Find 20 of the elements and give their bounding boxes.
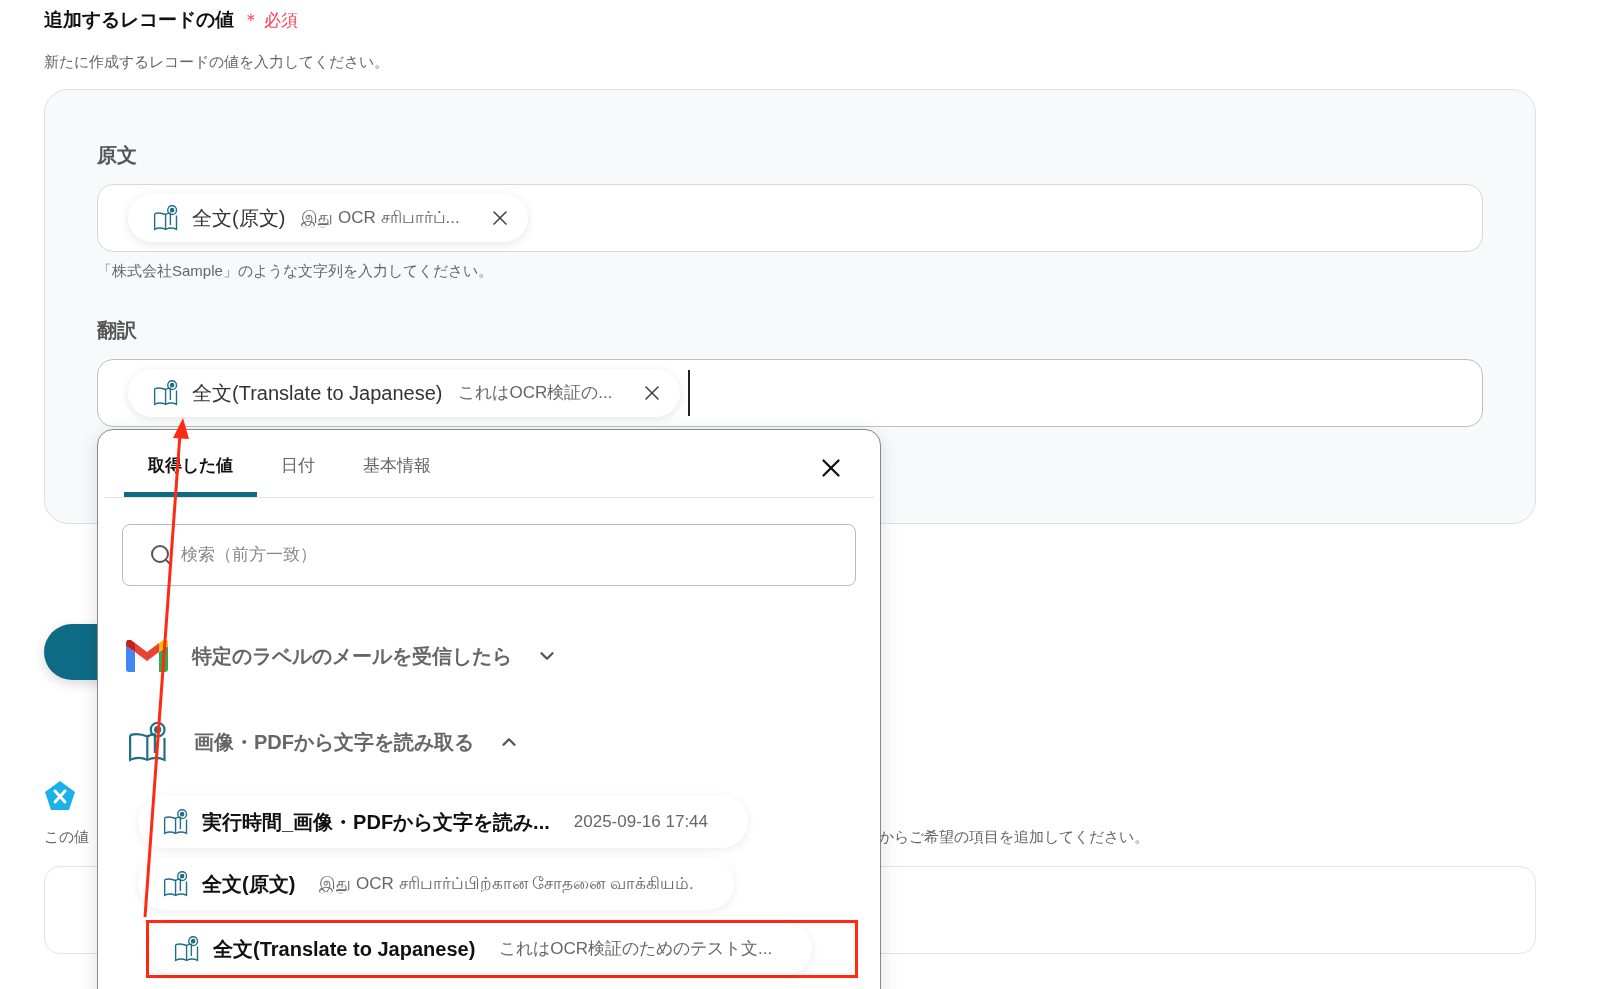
chip-name: 全文(Translate to Japanese) [192,380,443,406]
item-value: これはOCR検証のためのテスト文... [499,938,773,961]
chip-preview: これはOCR検証の... [458,381,613,404]
field-label: 原文 [97,143,138,168]
required-mark: ＊ [242,9,260,32]
field-label: 翻訳 [97,317,138,343]
required-label: 必須 [264,10,298,32]
group-title: 特定のラベルのメールを受信したら [192,644,512,669]
item-name: 全文(Translate to Japanese) [213,937,476,962]
section-description: 新たに作成するレコードの値を入力してください。 [44,51,390,72]
item-name: 全文(原文) [202,872,296,897]
chip-preview: இது OCR சரிபார்ப்... [301,207,460,230]
next-description: この値 [44,826,89,847]
item-name: 実行時間_画像・PDFから文字を読み... [202,810,550,835]
chip-name: 全文(原文) [192,206,286,231]
section-title: 追加するレコードの値 [44,8,234,32]
field-hint: 「株式会社Sample」のような文字列を入力してください。 [97,261,494,281]
group-title: 画像・PDFから文字を読み取る [194,730,474,755]
item-value: இது OCR சரிபார்ப்பிற்கான சோதனை வாக்கியம். [319,873,694,896]
item-value: 2025-09-16 17:44 [573,811,709,834]
